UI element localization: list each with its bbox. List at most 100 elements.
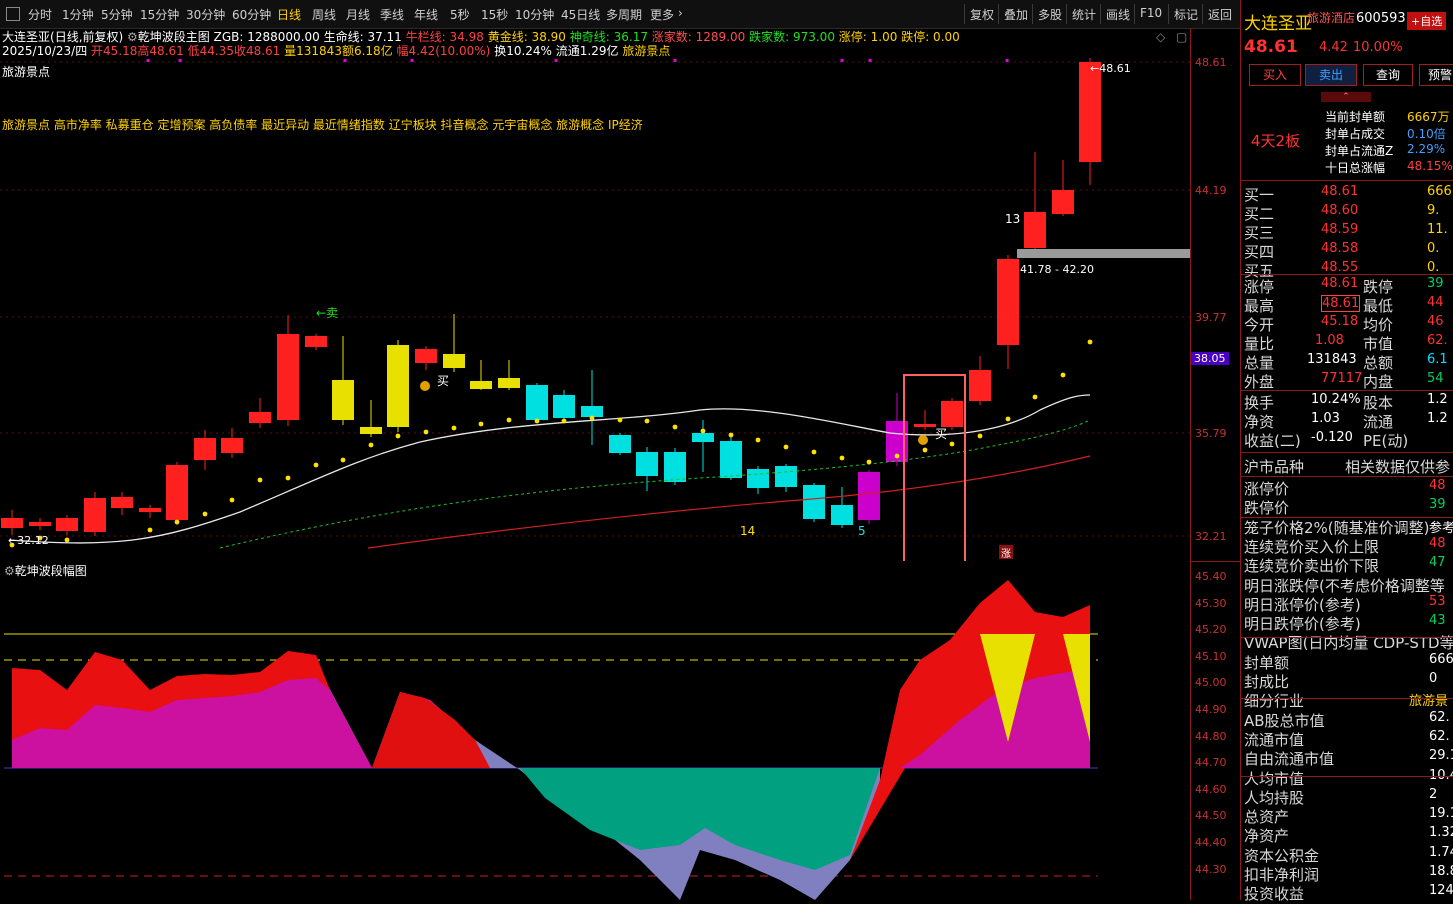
- candle[interactable]: [803, 483, 825, 522]
- trade-button[interactable]: 查询: [1363, 64, 1413, 86]
- seal-row-label: 十日总涨幅: [1325, 161, 1386, 175]
- candle[interactable]: [1079, 58, 1101, 185]
- candle[interactable]: [29, 518, 51, 530]
- period-tab[interactable]: 年线: [414, 6, 438, 23]
- panel-divider: [1241, 698, 1453, 699]
- candle[interactable]: [56, 515, 78, 535]
- toolbar-button[interactable]: F10: [1140, 6, 1162, 20]
- candle[interactable]: [221, 428, 243, 458]
- toolbar-button[interactable]: 多股: [1038, 6, 1062, 23]
- candle[interactable]: [249, 398, 271, 428]
- toolbar-divider: [1168, 4, 1169, 24]
- candle[interactable]: [941, 398, 963, 430]
- toolbar-button[interactable]: 统计: [1072, 6, 1096, 23]
- candle[interactable]: [387, 340, 409, 432]
- toolbar-button[interactable]: 标记: [1174, 6, 1198, 23]
- price-tick: 44.19: [1195, 184, 1227, 197]
- period-tab[interactable]: 周线: [312, 6, 336, 23]
- candle[interactable]: [139, 505, 161, 518]
- limit-row-value: 参考: [1429, 520, 1453, 536]
- candle[interactable]: [332, 336, 354, 425]
- candle[interactable]: [1052, 160, 1074, 216]
- period-tab[interactable]: 日线: [277, 6, 301, 23]
- candle[interactable]: [1, 510, 23, 535]
- count-14-label: 14: [740, 524, 755, 538]
- trade-button[interactable]: 卖出: [1305, 64, 1357, 86]
- period-tab[interactable]: 更多: [650, 6, 674, 23]
- period-tab[interactable]: 30分钟: [186, 6, 225, 23]
- candle[interactable]: [609, 433, 631, 455]
- period-tab[interactable]: 10分钟: [515, 6, 554, 23]
- trade-button[interactable]: 买入: [1249, 64, 1301, 86]
- stat-value: 48.61: [1321, 295, 1361, 312]
- period-tab[interactable]: 15分钟: [140, 6, 179, 23]
- stat-value: 48.61: [1321, 276, 1359, 291]
- candle[interactable]: [831, 487, 853, 528]
- period-tab[interactable]: 5分钟: [101, 6, 133, 23]
- candle[interactable]: [305, 334, 327, 350]
- period-tab[interactable]: 季线: [380, 6, 404, 23]
- candle[interactable]: [997, 255, 1019, 369]
- limit-row-label: AB股总市值: [1244, 711, 1325, 730]
- candle[interactable]: [526, 383, 548, 423]
- candle[interactable]: [581, 370, 603, 445]
- limit-row-label: 连续竞价买入价上限: [1244, 537, 1380, 556]
- collapse-chevron-icon[interactable]: ⌃: [1321, 92, 1371, 102]
- candle[interactable]: [443, 314, 465, 372]
- toolbar-button[interactable]: 返回: [1208, 6, 1232, 23]
- candle[interactable]: [692, 420, 714, 472]
- top-marker: [554, 59, 558, 62]
- window-icon[interactable]: ▢: [1176, 30, 1187, 44]
- layout-icon[interactable]: [6, 7, 20, 21]
- limit-row-value: 19.12: [1429, 806, 1453, 822]
- top-marker: [343, 59, 347, 62]
- toolbar-button[interactable]: 叠加: [1004, 6, 1028, 23]
- candle[interactable]: [553, 390, 575, 422]
- diamond-icon[interactable]: ◇: [1156, 30, 1165, 44]
- trade-button[interactable]: 预警: [1419, 64, 1453, 86]
- period-tab[interactable]: 多周期: [606, 6, 642, 23]
- candle[interactable]: [194, 430, 216, 470]
- candle[interactable]: [858, 470, 880, 524]
- sub-indicator-chart[interactable]: [0, 561, 1190, 900]
- candle[interactable]: [914, 410, 936, 430]
- candle[interactable]: [415, 346, 437, 370]
- bid-price: 48.55: [1321, 260, 1359, 275]
- period-tab[interactable]: 15秒: [481, 6, 508, 23]
- candle[interactable]: [277, 315, 299, 426]
- candle[interactable]: [84, 492, 106, 536]
- stat-label: 跌停: [1363, 278, 1394, 296]
- period-tab[interactable]: 5秒: [450, 6, 470, 23]
- candle[interactable]: [166, 462, 188, 525]
- candle[interactable]: [1024, 152, 1046, 250]
- candle[interactable]: [636, 447, 658, 491]
- seal-row-label: 封单占流通Z: [1325, 144, 1394, 158]
- candle[interactable]: [498, 360, 520, 390]
- buy-signal-label: 买: [437, 374, 449, 388]
- money-bag-icon: [918, 435, 928, 445]
- candle[interactable]: [470, 360, 492, 390]
- candle[interactable]: [360, 400, 382, 437]
- seal-row-value: 48.15%: [1407, 159, 1453, 173]
- toolbar-button[interactable]: 复权: [970, 6, 994, 23]
- limit-row-label: 明日跌停价(参考): [1244, 615, 1361, 634]
- candle[interactable]: [775, 464, 797, 492]
- top-marker: [410, 59, 414, 62]
- panel-divider: [1241, 637, 1453, 638]
- period-tab[interactable]: 45日线: [561, 6, 600, 23]
- candle[interactable]: [969, 356, 991, 405]
- candle[interactable]: [720, 437, 742, 480]
- sub-gear-icon[interactable]: ⚙: [4, 564, 15, 578]
- candle[interactable]: [111, 492, 133, 515]
- more-chevron-icon[interactable]: ›: [678, 6, 683, 20]
- period-tab[interactable]: 60分钟: [232, 6, 271, 23]
- period-tab[interactable]: 1分钟: [62, 6, 94, 23]
- candle[interactable]: [747, 466, 769, 494]
- period-tab[interactable]: 月线: [346, 6, 370, 23]
- period-tab[interactable]: 分时: [28, 6, 52, 23]
- limit-row-label: 笼子价格2%(随基准价调整): [1244, 518, 1430, 537]
- self-select-button[interactable]: +自选: [1407, 12, 1447, 30]
- main-kline-chart[interactable]: ←卖买买←32.12←48.611314 541.78 - 42.20涨: [0, 56, 1190, 561]
- toolbar-button[interactable]: 画线: [1106, 6, 1130, 23]
- price-tick: 48.61: [1195, 56, 1227, 69]
